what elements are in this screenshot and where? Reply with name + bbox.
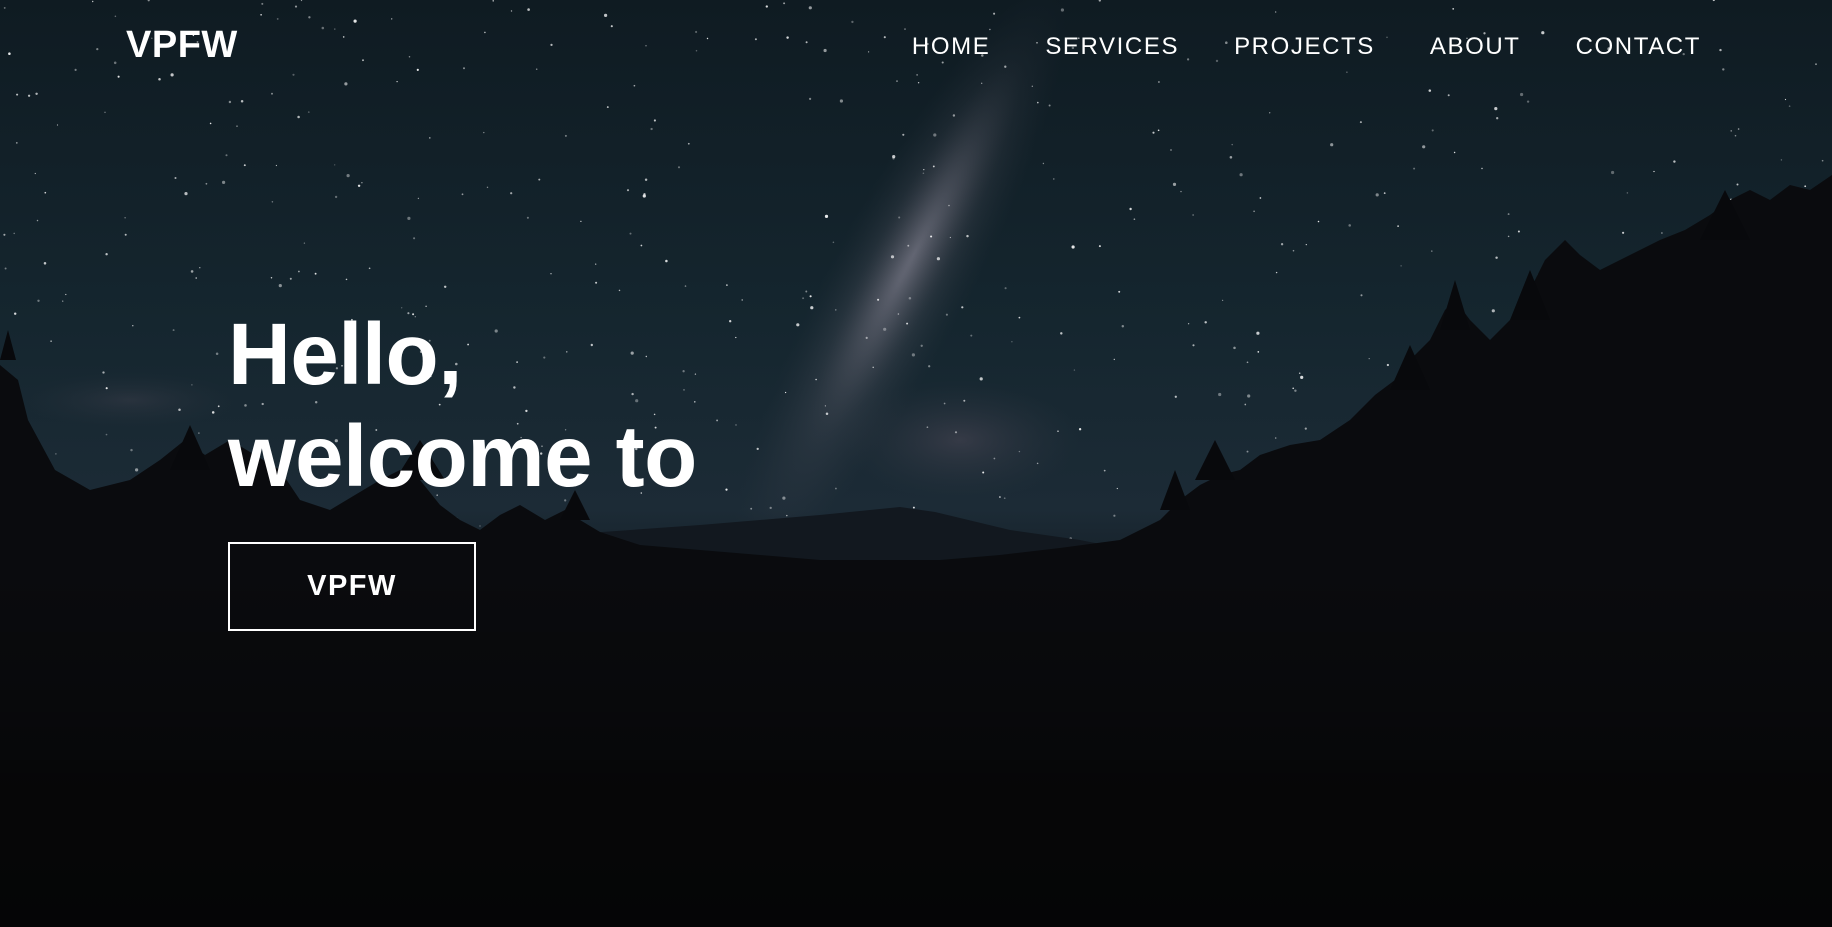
hero-headline-line2: welcome to [228,408,697,505]
logo-link[interactable]: VPFW [126,24,238,67]
hero-cta-button[interactable]: VPFW [228,542,476,631]
nav-link-contact[interactable]: CONTACT [1576,33,1701,61]
nav-link-services[interactable]: SERVICES [1045,33,1179,61]
hero-headline-line1: Hello, [228,306,462,403]
nav-link-about[interactable]: ABOUT [1430,33,1521,61]
navbar: VPFW HOME SERVICES PROJECTS ABOUT CONTAC… [0,0,1832,92]
nav-menu: HOME SERVICES PROJECTS ABOUT CONTACT [912,33,1701,61]
nav-link-projects[interactable]: PROJECTS [1234,33,1375,61]
nav-link-home[interactable]: HOME [912,33,990,61]
hero-section: VPFW HOME SERVICES PROJECTS ABOUT CONTAC… [0,0,1832,927]
hero-headline: Hello, welcome to [228,304,697,508]
